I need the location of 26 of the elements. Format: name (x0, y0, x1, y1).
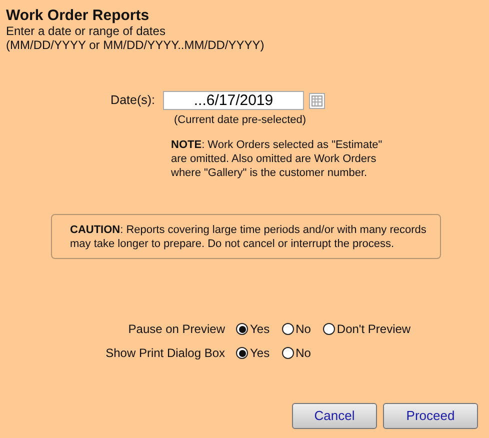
radio-label[interactable]: No (296, 344, 311, 362)
hint-text: (Current date pre-selected) (174, 113, 306, 127)
radio-button[interactable] (282, 323, 294, 335)
cancel-button[interactable]: Cancel (292, 403, 377, 429)
radio-button[interactable] (236, 347, 248, 359)
caution-text: may take longer to prepare. Do not cancel or interrupt the process. (70, 237, 394, 251)
radio-button[interactable] (282, 347, 294, 359)
radio-button[interactable] (322, 323, 335, 335)
instruction-text: Enter a date or range of dates (6, 24, 166, 38)
date-field[interactable]: ...6/17/2019 (163, 91, 304, 110)
page-title: Work Order Reports (6, 7, 150, 24)
radio-label[interactable]: Don't Preview (336, 320, 411, 338)
option-label: Pause on Preview (127, 321, 226, 338)
note-text: NOTE: Work Orders selected as "Estimate" (171, 138, 382, 152)
note-text: where "Gallery" is the customer number. (171, 166, 368, 180)
date-label: Date(s): (110, 92, 156, 110)
note-text: are omitted. Also omitted are Work Orders (171, 152, 376, 166)
instruction-text: (MM/DD/YYYY or MM/DD/YYYY..MM/DD/YYYY) (6, 38, 264, 52)
radio-label[interactable]: No (296, 320, 311, 338)
radio-label[interactable]: Yes (250, 320, 270, 338)
calendar-icon[interactable] (309, 92, 325, 108)
radio-label[interactable]: Yes (250, 344, 270, 362)
option-label: Show Print Dialog Box (104, 345, 226, 362)
caution-text: CAUTION: Reports covering large time periods and/or with many records (70, 223, 426, 237)
radio-button[interactable] (236, 323, 248, 335)
proceed-button[interactable]: Proceed (383, 403, 478, 429)
